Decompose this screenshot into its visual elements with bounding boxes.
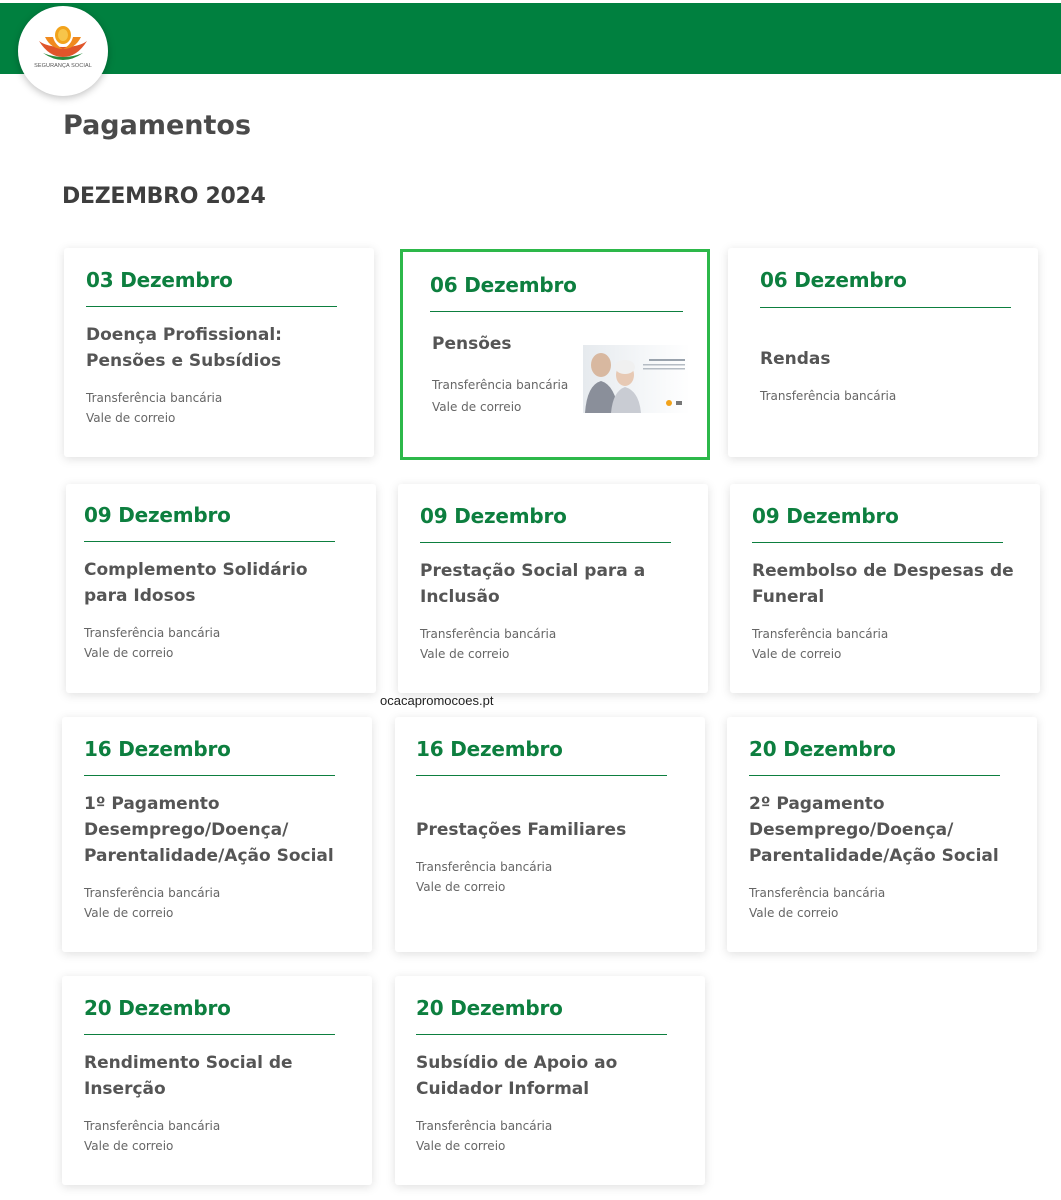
payment-method: Vale de correio	[416, 1139, 506, 1153]
payment-method: Transferência bancária	[432, 378, 569, 392]
card-date: 16 Dezembro	[84, 737, 231, 761]
elderly-couple-photo-icon	[585, 353, 685, 413]
top-header-bar	[0, 0, 1061, 74]
payment-card[interactable]: 03 Dezembro Doença Profissional: Pensões…	[64, 248, 374, 457]
payment-method: Transferência bancária	[84, 626, 221, 640]
card-divider	[416, 1034, 667, 1035]
payment-method: Vale de correio	[749, 906, 839, 920]
page-title: Pagamentos	[63, 110, 252, 141]
flower-logo-icon	[39, 26, 87, 60]
payment-method: Transferência bancária	[420, 627, 557, 641]
seguranca-social-logo[interactable]: SEGURANÇA SOCIAL	[18, 6, 108, 96]
card-date: 09 Dezembro	[752, 504, 899, 528]
payment-card[interactable]: 06 Dezembro Rendas Transferência bancári…	[728, 248, 1038, 457]
card-divider	[760, 307, 1011, 308]
card-date: 20 Dezembro	[416, 996, 563, 1020]
payment-method: Transferência bancária	[416, 860, 553, 874]
card-title: Prestações Familiares	[416, 820, 627, 840]
logo-text: SEGURANÇA SOCIAL	[34, 63, 92, 69]
card-date: 20 Dezembro	[749, 737, 896, 761]
card-divider	[84, 1034, 335, 1035]
payment-card[interactable]: 20 Dezembro 2º Pagamento Desemprego/Doen…	[727, 717, 1037, 952]
month-heading: DEZEMBRO 2024	[62, 184, 266, 209]
payment-method: Vale de correio	[752, 647, 842, 661]
payment-card[interactable]: 16 Dezembro 1º Pagamento Desemprego/Doen…	[62, 717, 372, 952]
card-title: Pensões	[432, 334, 512, 354]
card-title: Reembolso de Despesas de Funeral	[752, 561, 1014, 607]
card-title: 2º Pagamento Desemprego/Doença/ Parental…	[749, 794, 999, 866]
card-divider	[752, 542, 1003, 543]
payment-card-highlighted[interactable]: 06 Dezembro Pensões Transferência bancár…	[400, 249, 710, 460]
card-divider	[84, 775, 335, 776]
card-title: Prestação Social para a Inclusão	[420, 561, 646, 607]
payment-method: Transferência bancária	[749, 886, 886, 900]
payment-card[interactable]: 20 Dezembro Rendimento Social de Inserçã…	[62, 976, 372, 1185]
payment-method: Transferência bancária	[416, 1119, 553, 1133]
card-divider	[420, 542, 671, 543]
payment-method: Vale de correio	[432, 400, 522, 414]
payment-method: Transferência bancária	[84, 886, 221, 900]
card-title: Complemento Solidário para Idosos	[84, 560, 308, 606]
card-date: 09 Dezembro	[84, 503, 231, 527]
card-title: Rendas	[760, 349, 831, 369]
card-date: 16 Dezembro	[416, 737, 563, 761]
pensioners-thumbnail-image	[583, 345, 690, 413]
payment-card[interactable]: 16 Dezembro Prestações Familiares Transf…	[395, 717, 705, 952]
watermark-text: ocacapromocoes.pt	[380, 693, 494, 708]
payment-method: Transferência bancária	[86, 391, 223, 405]
card-divider	[430, 311, 683, 312]
payment-method: Vale de correio	[84, 906, 174, 920]
card-divider	[86, 306, 337, 307]
payment-method: Vale de correio	[420, 647, 510, 661]
payment-method: Vale de correio	[86, 411, 176, 425]
payment-method: Vale de correio	[84, 1139, 174, 1153]
card-divider	[416, 775, 667, 776]
card-date: 20 Dezembro	[84, 996, 231, 1020]
payment-method: Vale de correio	[416, 880, 506, 894]
card-title: 1º Pagamento Desemprego/Doença/ Parental…	[84, 794, 334, 866]
card-divider	[84, 541, 335, 542]
payment-card[interactable]: 09 Dezembro Reembolso de Despesas de Fun…	[730, 484, 1040, 693]
payment-method: Transferência bancária	[760, 389, 897, 403]
card-date: 03 Dezembro	[86, 268, 233, 292]
payment-method: Transferência bancária	[752, 627, 889, 641]
payment-method: Transferência bancária	[84, 1119, 221, 1133]
payment-method: Vale de correio	[84, 646, 174, 660]
card-date: 09 Dezembro	[420, 504, 567, 528]
payment-card[interactable]: 09 Dezembro Prestação Social para a Incl…	[398, 484, 708, 693]
card-title: Rendimento Social de Inserção	[84, 1053, 293, 1099]
card-title: Subsídio de Apoio ao Cuidador Informal	[416, 1053, 618, 1099]
payment-card[interactable]: 09 Dezembro Complemento Solidário para I…	[66, 484, 376, 693]
card-title: Doença Profissional: Pensões e Subsídios	[86, 325, 282, 371]
card-date: 06 Dezembro	[760, 268, 907, 292]
card-date: 06 Dezembro	[430, 273, 577, 297]
payment-card[interactable]: 20 Dezembro Subsídio de Apoio ao Cuidado…	[395, 976, 705, 1185]
card-divider	[749, 775, 1000, 776]
